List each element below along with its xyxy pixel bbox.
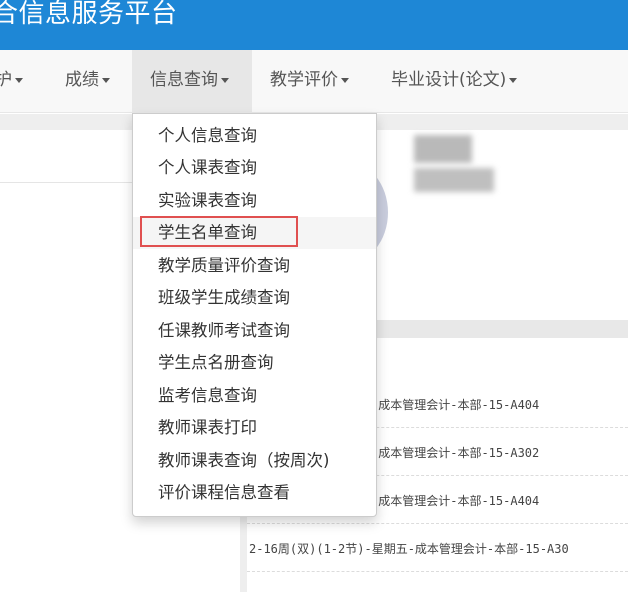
- menu-item-evaluation-course-info[interactable]: 评价课程信息查看: [133, 477, 376, 509]
- course-text: 2-16周(双)(1-2节)-星期五-成本管理会计-本部-15-A30: [249, 542, 569, 556]
- nav-item-info-query[interactable]: 信息查询: [132, 50, 252, 113]
- blurred-user-info: [414, 168, 494, 192]
- right-panel-header: [376, 114, 628, 130]
- menu-item-attendance-register-query[interactable]: 学生点名册查询: [133, 347, 376, 379]
- nav-item-label: 护: [0, 70, 12, 90]
- page: 合信息服务平台 护 成绩 信息查询 教学评价 毕业设计(论文) 期一-成本管理会…: [0, 0, 628, 592]
- menu-item-invigilation-info-query[interactable]: 监考信息查询: [133, 380, 376, 412]
- menu-item-teacher-timetable-by-week[interactable]: 教师课表查询（按周次): [133, 445, 376, 477]
- app-header: 合信息服务平台: [0, 0, 628, 50]
- caret-down-icon: [341, 77, 349, 83]
- main-navbar: 护 成绩 信息查询 教学评价 毕业设计(论文): [0, 50, 628, 113]
- caret-down-icon: [221, 77, 229, 83]
- menu-item-lab-timetable-query[interactable]: 实验课表查询: [133, 185, 376, 217]
- nav-item-maintenance[interactable]: 护: [0, 50, 23, 113]
- menu-item-personal-timetable-query[interactable]: 个人课表查询: [133, 152, 376, 184]
- nav-item-label: 毕业设计(论文): [391, 70, 507, 90]
- menu-item-teaching-quality-evaluation-query[interactable]: 教学质量评价查询: [133, 250, 376, 282]
- nav-item-graduation-thesis[interactable]: 毕业设计(论文): [391, 50, 518, 113]
- nav-item-label: 信息查询: [150, 70, 218, 90]
- nav-item-teaching-evaluation[interactable]: 教学评价: [270, 50, 349, 113]
- course-list-item[interactable]: 2-16周(双)(1-2节)-星期五-成本管理会计-本部-15-A30: [247, 524, 628, 572]
- menu-item-teacher-exam-query[interactable]: 任课教师考试查询: [133, 315, 376, 347]
- nav-item-grades[interactable]: 成绩: [65, 50, 110, 113]
- info-query-dropdown-menu: 个人信息查询 个人课表查询 实验课表查询 学生名单查询 教学质量评价查询 班级学…: [132, 113, 377, 517]
- app-title: 合信息服务平台: [0, 0, 178, 29]
- menu-item-personal-info-query[interactable]: 个人信息查询: [133, 120, 376, 152]
- menu-item-class-student-grades-query[interactable]: 班级学生成绩查询: [133, 282, 376, 314]
- blurred-user-name: [414, 135, 472, 163]
- nav-item-label: 教学评价: [270, 70, 338, 90]
- menu-item-teacher-timetable-print[interactable]: 教师课表打印: [133, 412, 376, 444]
- caret-down-icon: [15, 77, 23, 83]
- caret-down-icon: [102, 77, 110, 83]
- nav-item-label: 成绩: [65, 70, 99, 90]
- selection-highlight-box: [140, 216, 298, 247]
- caret-down-icon: [509, 77, 518, 83]
